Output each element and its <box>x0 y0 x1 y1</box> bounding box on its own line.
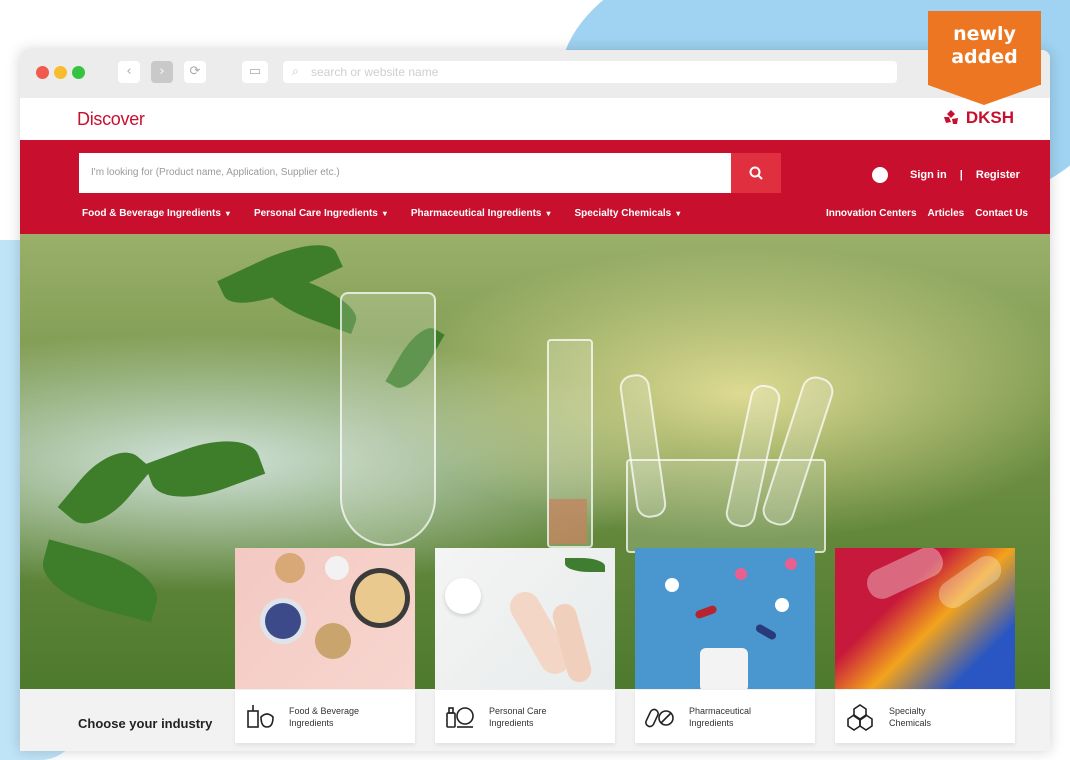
category-menu: Food & Beverage Ingredients ▾ Personal Ca… <box>82 208 680 219</box>
contact-us-link[interactable]: Contact Us <box>975 208 1028 219</box>
search-placeholder: I'm looking for (Product name, Applicati… <box>91 167 340 178</box>
industry-card-food-beverage[interactable]: Food & Beverage Ingredients <box>235 690 415 743</box>
dksh-logo[interactable]: DKSH <box>942 108 1014 128</box>
chemicals-icon <box>847 704 873 731</box>
dksh-mark-icon <box>943 110 958 124</box>
discover-logo[interactable]: Discover <box>77 109 145 130</box>
dksh-brand: DKSH <box>965 108 1014 127</box>
auth-links: Sign in | Register <box>910 169 1030 181</box>
sign-in-link[interactable]: Sign in <box>910 169 947 181</box>
site-header: Discover DKSH <box>20 98 1050 140</box>
menu-item-personal-care[interactable]: Personal Care Ingredients ▾ <box>254 208 387 219</box>
secondary-menu: Innovation Centers Articles Contact Us <box>826 208 1028 219</box>
main-navigation-bar: I'm looking for (Product name, Applicati… <box>20 140 1050 234</box>
pharmaceutical-image[interactable] <box>635 548 815 689</box>
address-bar[interactable]: ⌕ search or website name <box>283 61 897 83</box>
browser-chrome: ‹ › ⟳ ▭ ⌕ search or website name <box>20 50 1050 98</box>
register-link[interactable]: Register <box>976 169 1020 181</box>
caret-down-icon: ▾ <box>676 209 681 218</box>
personal-care-image[interactable] <box>435 548 615 689</box>
search-button[interactable] <box>731 153 781 193</box>
specialty-chemicals-image[interactable] <box>835 548 1015 689</box>
product-search-input[interactable]: I'm looking for (Product name, Applicati… <box>79 153 731 193</box>
forward-button[interactable]: › <box>151 61 173 83</box>
caret-down-icon: ▾ <box>382 209 387 218</box>
sidebar-toggle-button[interactable]: ▭ <box>242 61 268 83</box>
language-globe-icon[interactable] <box>872 167 888 183</box>
caret-down-icon: ▾ <box>546 209 551 218</box>
personal-care-icon <box>446 707 474 728</box>
industry-card-pharmaceutical[interactable]: Pharmaceutical Ingredients <box>635 690 815 743</box>
industry-card-specialty-chemicals[interactable]: Specialty Chemicals <box>835 690 1015 743</box>
auth-separator: | <box>959 169 963 181</box>
flask <box>340 292 436 546</box>
caret-down-icon: ▾ <box>225 209 230 218</box>
articles-link[interactable]: Articles <box>928 208 965 219</box>
close-window-button[interactable] <box>36 66 49 79</box>
industry-card-personal-care[interactable]: Personal Care Ingredients <box>435 690 615 743</box>
browser-window: ‹ › ⟳ ▭ ⌕ search or website name Discove… <box>20 50 1050 751</box>
menu-item-food-beverage[interactable]: Food & Beverage Ingredients ▾ <box>82 208 230 219</box>
sidebar-icon: ▭ <box>248 64 262 79</box>
innovation-centers-link[interactable]: Innovation Centers <box>826 208 917 219</box>
minimize-window-button[interactable] <box>54 66 67 79</box>
newly-added-badge: newly added <box>928 11 1041 85</box>
menu-item-specialty-chemicals[interactable]: Specialty Chemicals ▾ <box>575 208 681 219</box>
menu-item-pharmaceutical[interactable]: Pharmaceutical Ingredients ▾ <box>411 208 551 219</box>
reload-button[interactable]: ⟳ <box>184 61 206 83</box>
search-icon: ⌕ <box>292 64 299 78</box>
back-button[interactable]: ‹ <box>118 61 140 83</box>
address-placeholder: search or website name <box>311 65 439 79</box>
chevron-right-icon: › <box>159 64 165 79</box>
badge-tail <box>928 85 1040 105</box>
chevron-left-icon: ‹ <box>126 64 132 79</box>
reload-icon: ⟳ <box>189 64 201 79</box>
search-icon <box>749 166 763 180</box>
food-beverage-icon <box>247 705 274 728</box>
choose-industry-heading: Choose your industry <box>78 716 213 731</box>
maximize-window-button[interactable] <box>72 66 85 79</box>
pills-icon <box>645 708 674 728</box>
food-beverage-image[interactable] <box>235 548 415 689</box>
